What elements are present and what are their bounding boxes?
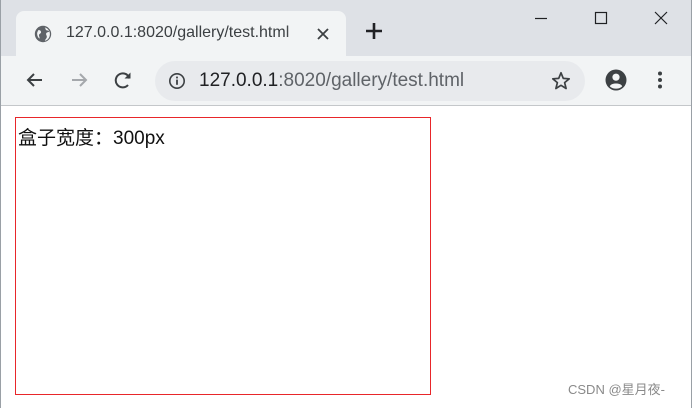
more-vert-icon[interactable] — [648, 68, 672, 92]
new-tab-button[interactable] — [362, 19, 386, 43]
minimize-icon — [535, 17, 547, 20]
back-button[interactable] — [23, 68, 47, 92]
tab-strip: 127.0.0.1:8020/gallery/test.html — [1, 0, 691, 56]
plus-icon — [366, 23, 382, 39]
page-viewport: 盒子宽度：300px CSDN @星月夜- — [1, 106, 691, 408]
account-icon[interactable] — [604, 68, 628, 92]
maximize-icon — [594, 11, 608, 25]
forward-button[interactable] — [67, 68, 91, 92]
window-close-button[interactable] — [631, 0, 691, 38]
tab-title: 127.0.0.1:8020/gallery/test.html — [66, 24, 290, 41]
red-box: 盒子宽度：300px — [15, 117, 431, 395]
watermark: CSDN @星月夜- — [568, 382, 665, 397]
address-bar[interactable]: 127.0.0.1:8020/gallery/test.html — [155, 61, 585, 101]
minimize-button[interactable] — [511, 0, 571, 38]
browser-toolbar: 127.0.0.1:8020/gallery/test.html — [1, 56, 691, 106]
browser-window: 127.0.0.1:8020/gallery/test.html 127.0.0… — [0, 0, 692, 408]
box-width-text: 盒子宽度：300px — [18, 128, 165, 149]
globe-icon — [34, 25, 52, 43]
url-text[interactable]: 127.0.0.1:8020/gallery/test.html — [199, 70, 464, 92]
url-host: 127.0.0.1 — [199, 70, 279, 91]
arrow-left-icon — [26, 73, 42, 87]
close-icon — [654, 11, 668, 25]
reload-button[interactable] — [111, 68, 135, 92]
star-icon[interactable] — [550, 70, 572, 92]
maximize-button[interactable] — [571, 0, 631, 38]
url-path: :8020/gallery/test.html — [278, 70, 465, 91]
window-controls — [511, 0, 691, 38]
tab-close-icon[interactable] — [313, 24, 333, 44]
arrow-right-icon — [72, 73, 88, 87]
browser-tab[interactable]: 127.0.0.1:8020/gallery/test.html — [16, 11, 346, 56]
reload-icon — [114, 72, 131, 89]
info-icon[interactable] — [168, 72, 186, 90]
